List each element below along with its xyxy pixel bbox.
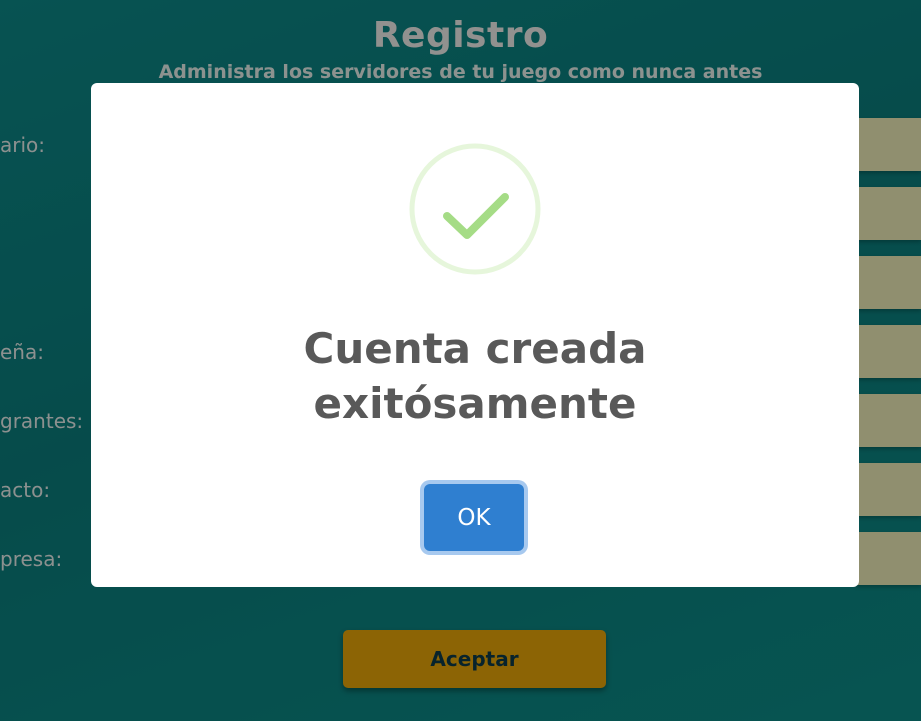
dialog-title-line-1: Cuenta creada — [303, 324, 647, 373]
dialog-title: Cuenta creada exitósamente — [91, 321, 859, 431]
ok-button[interactable]: OK — [424, 484, 524, 551]
check-icon — [409, 143, 541, 275]
success-dialog: Cuenta creada exitósamente OK — [91, 83, 859, 587]
dialog-title-line-2: exitósamente — [313, 379, 637, 428]
